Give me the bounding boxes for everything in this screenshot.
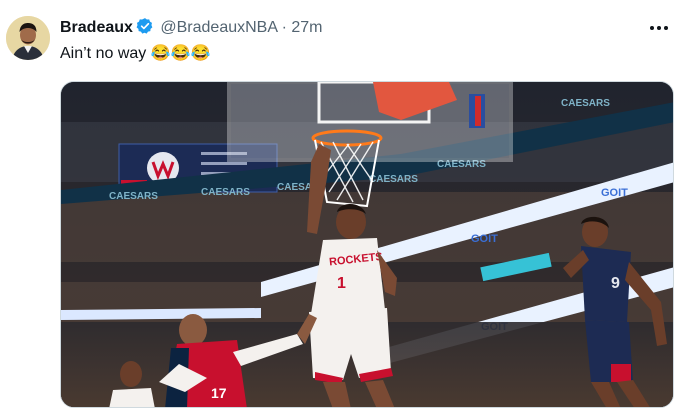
svg-text:GOIT: GOIT <box>471 233 498 245</box>
svg-text:CAESARS: CAESARS <box>109 191 158 202</box>
svg-text:1: 1 <box>337 275 346 292</box>
svg-text:CAESARS: CAESARS <box>561 98 610 109</box>
backboard <box>227 82 513 162</box>
svg-text:CAESARS: CAESARS <box>369 174 418 185</box>
avatar-image <box>6 16 50 60</box>
verified-badge-icon <box>136 17 154 42</box>
author-handle[interactable]: @BradeauxNBA <box>160 19 277 36</box>
svg-text:CAESARS: CAESARS <box>201 187 250 198</box>
timestamp[interactable]: 27m <box>291 19 322 36</box>
svg-text:17: 17 <box>211 385 227 401</box>
tweet-text: Ain’t no way 😂😂😂 <box>60 43 210 65</box>
tweet-body: Ain’t no way <box>60 45 147 62</box>
separator-dot: · <box>281 19 287 36</box>
more-options-icon[interactable] <box>648 20 670 36</box>
laughing-emoji-icons: 😂😂😂 <box>150 45 211 62</box>
avatar[interactable] <box>6 16 50 60</box>
svg-text:9: 9 <box>611 275 620 292</box>
tweet-media[interactable]: CAESARS CAESARS CAESARS CAESARS CAESARS … <box>60 81 674 408</box>
author-name[interactable]: Bradeaux <box>60 19 133 36</box>
tweet-header: Bradeaux @BradeauxNBA · 27m <box>60 17 322 42</box>
svg-text:GOIT: GOIT <box>601 187 628 199</box>
basketball-dunk-image: CAESARS CAESARS CAESARS CAESARS CAESARS … <box>61 82 673 407</box>
